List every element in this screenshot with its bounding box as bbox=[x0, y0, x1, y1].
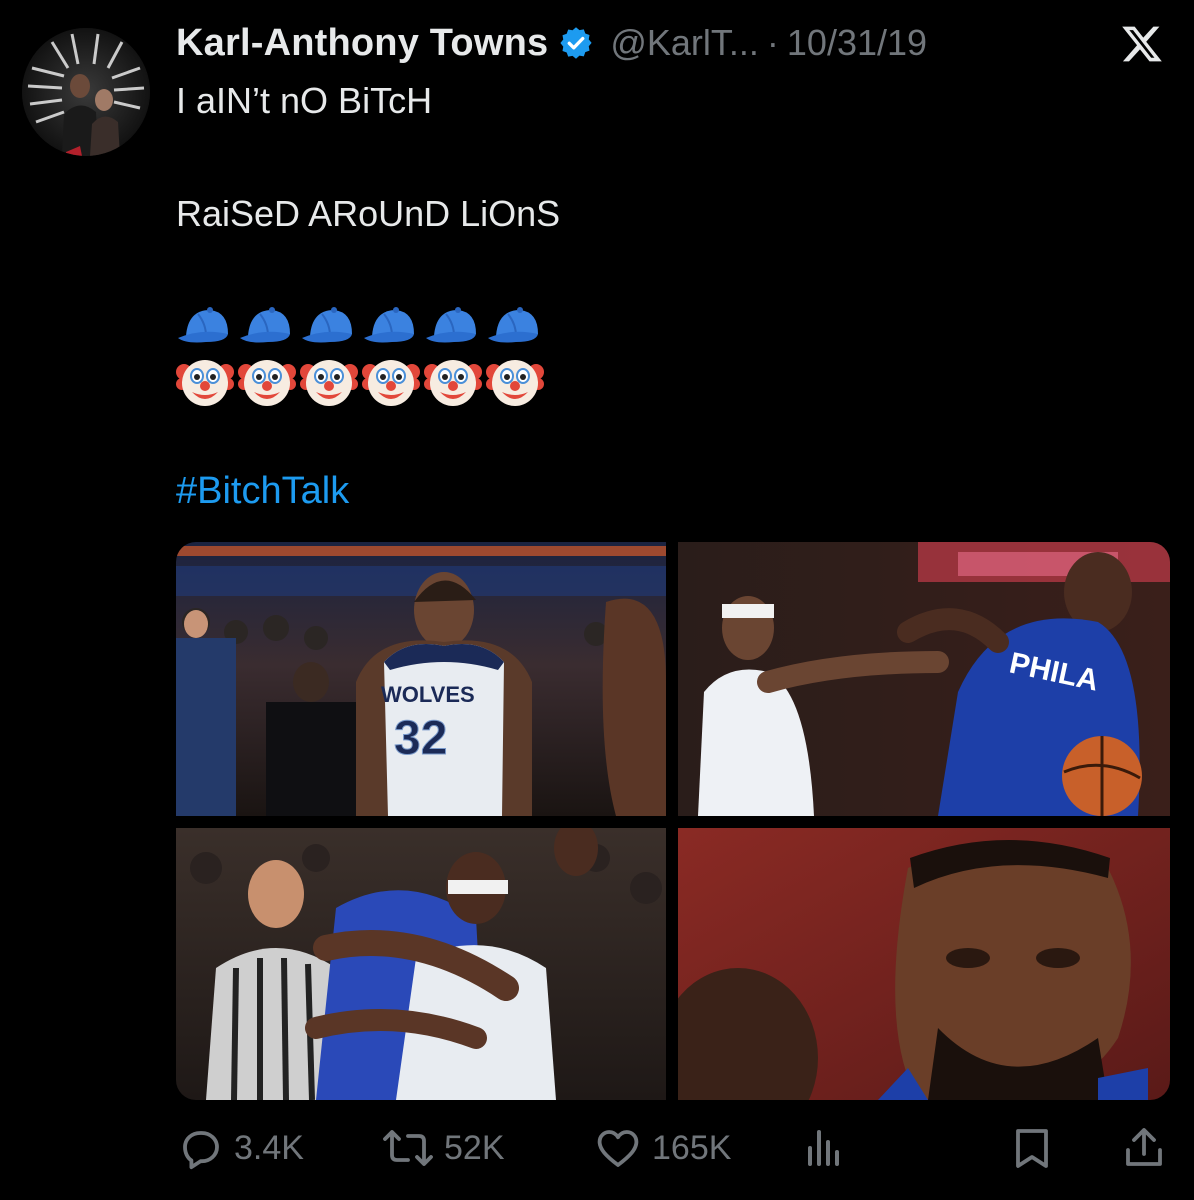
verified-badge-icon bbox=[558, 25, 594, 61]
heart-icon bbox=[594, 1124, 642, 1172]
cap-emoji-row bbox=[176, 304, 544, 346]
avatar-image bbox=[22, 28, 150, 156]
jersey-text: WOLVES bbox=[381, 682, 475, 707]
photo-4[interactable] bbox=[678, 828, 1170, 1100]
share-icon bbox=[1120, 1124, 1168, 1172]
reply-count: 3.4K bbox=[234, 1128, 304, 1167]
like-count: 165K bbox=[652, 1128, 732, 1167]
like-button[interactable]: 165K bbox=[594, 1120, 731, 1176]
clown-face-emoji bbox=[424, 352, 482, 410]
tweet-date[interactable]: 10/31/19 bbox=[787, 22, 927, 64]
clown-emoji-row bbox=[176, 352, 544, 410]
clown-face-emoji bbox=[362, 352, 420, 410]
photo-3[interactable] bbox=[176, 828, 666, 1100]
repost-icon bbox=[382, 1124, 434, 1172]
clown-face-emoji bbox=[176, 352, 234, 410]
blue-cap-emoji bbox=[362, 304, 420, 346]
header-separator: · bbox=[766, 22, 779, 63]
clown-face-emoji bbox=[300, 352, 358, 410]
author-name[interactable]: Karl-Anthony Towns bbox=[176, 22, 548, 65]
photo-2[interactable]: PHILA bbox=[678, 542, 1170, 816]
avatar[interactable] bbox=[22, 28, 150, 156]
reply-icon bbox=[176, 1124, 224, 1172]
bookmark-icon bbox=[1008, 1124, 1056, 1172]
jersey-number: 32 bbox=[394, 712, 447, 765]
reply-button[interactable]: 3.4K bbox=[176, 1120, 304, 1176]
author-handle[interactable]: @KarlT... bbox=[610, 22, 759, 64]
tweet-actions: 3.4K 52K 165K bbox=[176, 1120, 1170, 1176]
repost-button[interactable]: 52K bbox=[382, 1120, 505, 1176]
hashtag-link[interactable]: #BitchTalk bbox=[176, 470, 349, 513]
views-icon bbox=[800, 1124, 848, 1172]
clown-face-emoji bbox=[238, 352, 296, 410]
media-grid: WOLVES 32 PHILA bbox=[176, 542, 1170, 1100]
x-logo-icon[interactable] bbox=[1120, 22, 1164, 66]
tweet-text-line-2: RaiSeD ARoUnD LiOnS bbox=[176, 193, 561, 234]
blue-cap-emoji bbox=[486, 304, 544, 346]
clown-face-emoji bbox=[486, 352, 544, 410]
repost-count: 52K bbox=[444, 1128, 505, 1167]
share-button[interactable] bbox=[1120, 1120, 1168, 1176]
views-button[interactable] bbox=[800, 1120, 848, 1176]
blue-cap-emoji bbox=[238, 304, 296, 346]
blue-cap-emoji bbox=[424, 304, 482, 346]
photo-1[interactable]: WOLVES 32 bbox=[176, 542, 666, 816]
tweet-text-line-1: I aIN’t nO BiTcH bbox=[176, 80, 433, 121]
blue-cap-emoji bbox=[176, 304, 234, 346]
blue-cap-emoji bbox=[300, 304, 358, 346]
tweet-header: Karl-Anthony Towns @KarlT... · 10/31/19 bbox=[176, 20, 927, 66]
bookmark-button[interactable] bbox=[1008, 1120, 1056, 1176]
